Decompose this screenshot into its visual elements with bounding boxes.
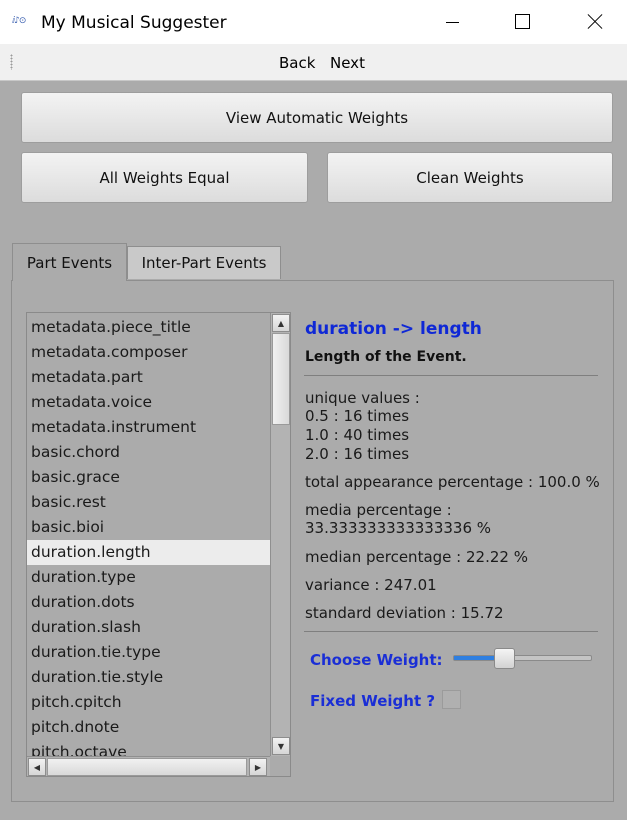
event-list-items: metadata.piece_title metadata.composer met… [27,315,271,765]
fixed-weight-checkbox[interactable] [442,690,461,709]
detail-title: duration -> length [305,319,482,339]
list-item[interactable]: duration.type [27,565,271,590]
median-percentage-stat: median percentage : 22.22 % [305,548,528,566]
slider-handle[interactable] [494,648,515,669]
toolbar-grip-icon[interactable] [10,54,13,70]
list-item[interactable]: basic.grace [27,465,271,490]
scroll-right-button[interactable]: ▶ [249,758,267,776]
media-percentage-value: 33.333333333333336 % [305,519,492,537]
weight-slider[interactable] [453,648,593,670]
list-item[interactable]: metadata.part [27,365,271,390]
list-item[interactable]: metadata.instrument [27,415,271,440]
horizontal-scroll-thumb[interactable] [47,758,247,776]
detail-description: Length of the Event. [305,349,467,365]
list-item[interactable]: duration.slash [27,615,271,640]
list-item[interactable]: basic.chord [27,440,271,465]
menu-bar: Back Next [0,44,627,81]
list-item[interactable]: metadata.voice [27,390,271,415]
view-automatic-weights-button[interactable]: View Automatic Weights [21,92,613,143]
list-item[interactable]: duration.dots [27,590,271,615]
list-item[interactable]: duration.tie.type [27,640,271,665]
unique-values-label: unique values : [305,389,420,407]
fixed-weight-label: Fixed Weight ? [310,692,436,710]
next-menu-item[interactable]: Next [330,54,365,72]
vertical-scrollbar[interactable]: ▲ ▼ [270,313,290,756]
media-percentage-label: media percentage : [305,501,452,519]
title-bar: ⅈ♪⊙ My Musical Suggester [0,0,627,44]
list-item[interactable]: metadata.composer [27,340,271,365]
variance-stat: variance : 247.01 [305,576,437,594]
app-icon: ⅈ♪⊙ [12,16,26,26]
close-button[interactable] [571,0,617,44]
triangle-up-icon: ▲ [277,318,285,328]
list-item[interactable]: pitch.dnote [27,715,271,740]
divider [304,631,598,632]
list-item[interactable]: basic.bioi [27,515,271,540]
unique-value-row: 1.0 : 40 times [305,426,410,444]
list-item[interactable]: basic.rest [27,490,271,515]
horizontal-scrollbar[interactable]: ◀ ▶ [27,756,270,776]
unique-value-row: 2.0 : 16 times [305,445,410,463]
triangle-right-icon: ▶ [254,762,262,772]
minimize-button[interactable] [429,0,475,44]
unique-value-row: 0.5 : 16 times [305,407,410,425]
scroll-down-button[interactable]: ▼ [272,737,290,755]
clean-weights-button[interactable]: Clean Weights [327,152,613,203]
choose-weight-label: Choose Weight: [310,651,443,669]
tab-inter-part-events[interactable]: Inter-Part Events [127,246,281,279]
scrollbar-corner [270,756,290,776]
total-appearance-stat: total appearance percentage : 100.0 % [305,473,600,491]
window-title: My Musical Suggester [41,13,227,33]
back-menu-item[interactable]: Back [279,54,315,72]
divider [304,375,598,376]
scroll-up-button[interactable]: ▲ [272,314,290,332]
triangle-down-icon: ▼ [277,741,285,751]
all-weights-equal-button[interactable]: All Weights Equal [21,152,308,203]
scroll-left-button[interactable]: ◀ [28,758,46,776]
maximize-button[interactable] [499,0,545,44]
event-list[interactable]: metadata.piece_title metadata.composer met… [26,312,291,777]
standard-deviation-stat: standard deviation : 15.72 [305,604,504,622]
tab-part-events[interactable]: Part Events [12,243,127,281]
vertical-scroll-thumb[interactable] [272,333,290,425]
slider-fill [454,656,497,660]
list-item[interactable]: metadata.piece_title [27,315,271,340]
list-item[interactable]: duration.length [27,540,271,565]
list-item[interactable]: duration.tie.style [27,665,271,690]
list-item[interactable]: pitch.cpitch [27,690,271,715]
triangle-left-icon: ◀ [33,762,41,772]
